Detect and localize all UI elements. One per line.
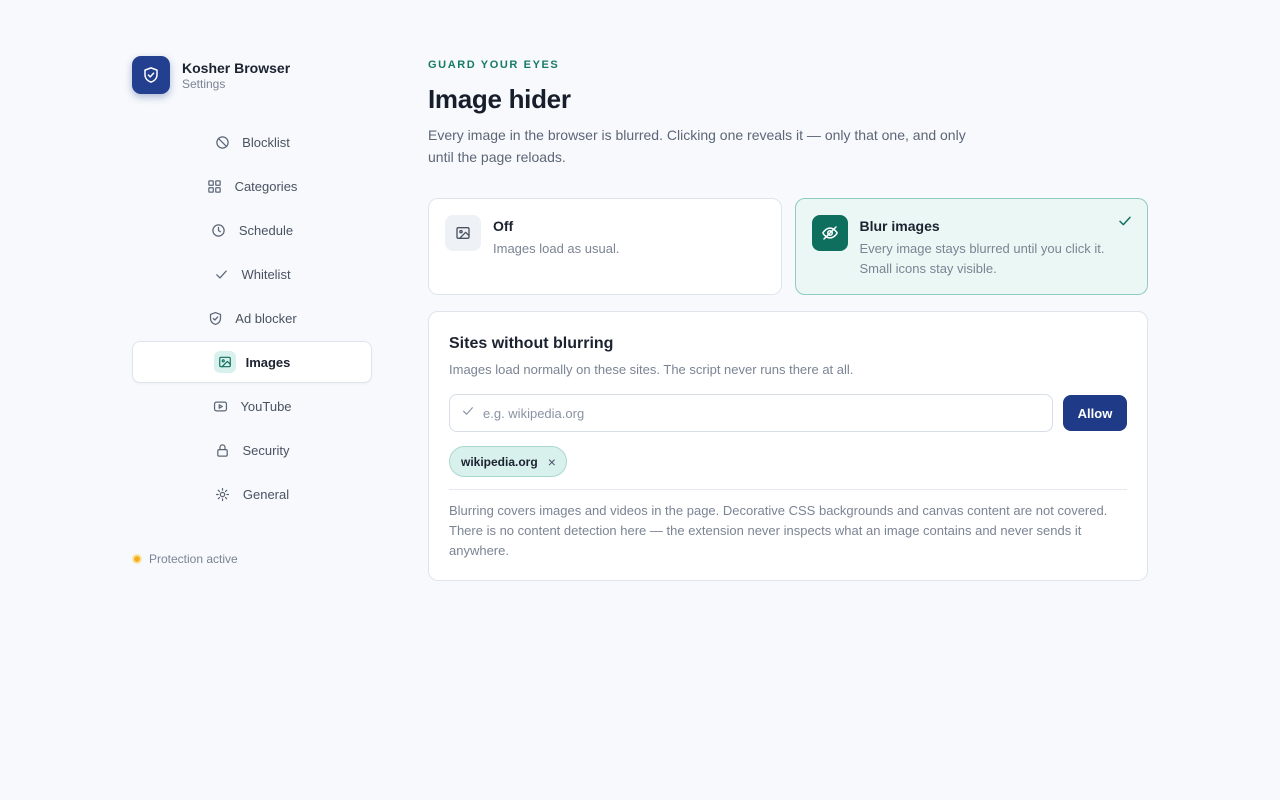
sidebar-item-categories[interactable]: Categories [132,165,372,207]
site-chip: wikipedia.org × [449,446,567,477]
selected-check-icon [1117,213,1133,234]
sidebar-item-label: General [242,486,290,502]
brand: Kosher Browser Settings [132,56,372,94]
clock-icon [211,222,227,238]
option-description: Every image stays blurred until you clic… [859,241,1105,276]
section-eyebrow: GUARD YOUR EYES [428,59,560,71]
sidebar-item-security[interactable]: Security [132,429,372,471]
option-title: Off [493,218,514,234]
brand-name: Kosher Browser [182,59,291,76]
option-title: Blur images [859,218,940,234]
sidebar-item-label: Categories [234,178,298,194]
sidebar-item-label: YouTube [240,398,292,414]
sidebar-item-whitelist[interactable]: Whitelist [132,253,372,295]
card-description: Images load normally on these sites. The… [449,362,854,377]
add-site-row: Allow [449,394,1127,432]
brand-subtitle: Settings [182,76,226,91]
sidebar-nav: Blocklist Categories Schedule Whitelist … [132,121,372,515]
divider [449,489,1127,490]
sidebar: Kosher Browser Settings Blocklist Catego… [132,56,372,566]
lock-icon [215,442,231,458]
check-icon [213,266,229,282]
shield-logo-icon [132,56,170,94]
site-chip-label: wikipedia.org [461,454,538,469]
sidebar-item-label: Schedule [238,222,294,238]
image-icon [213,351,236,373]
grid-icon [207,178,223,194]
sidebar-item-label: Security [242,442,290,458]
site-input-wrapper [449,394,1053,432]
image-icon [445,215,481,251]
page-description: Every image in the browser is blurred. C… [428,127,966,165]
sidebar-item-label: Images [245,354,291,370]
protection-status: Protection active [132,552,238,566]
sidebar-item-general[interactable]: General [132,473,372,515]
sidebar-item-schedule[interactable]: Schedule [132,209,372,251]
sun-icon [215,486,231,502]
allow-button[interactable]: Allow [1063,395,1127,431]
sidebar-item-blocklist[interactable]: Blocklist [132,121,372,163]
site-input[interactable] [483,405,983,421]
ban-icon [214,134,230,150]
allowed-sites-list: wikipedia.org × [449,446,1127,477]
card-footnote: Blurring covers images and videos in the… [449,503,1108,558]
exceptions-card: Sites without blurring Images load norma… [428,311,1148,581]
shield-icon [207,310,223,326]
sidebar-item-images[interactable]: Images [132,341,372,383]
sidebar-item-label: Ad blocker [235,310,297,326]
sidebar-item-ad-blocker[interactable]: Ad blocker [132,297,372,339]
remove-site-icon[interactable]: × [548,454,556,470]
option-description: Images load as usual. [493,241,620,256]
card-title: Sites without blurring [449,335,614,352]
mode-options: Off Images load as usual. Blur images Ev… [428,198,1148,295]
sidebar-item-youtube[interactable]: YouTube [132,385,372,427]
check-icon [461,404,475,423]
main-content: GUARD YOUR EYES Image hider Every image … [428,58,1148,581]
play-icon [212,398,228,414]
option-blur-images[interactable]: Blur images Every image stays blurred un… [794,198,1148,295]
status-dot-icon [132,554,142,564]
sidebar-item-label: Whitelist [241,266,291,282]
option-off[interactable]: Off Images load as usual. [428,198,782,295]
sidebar-item-label: Blocklist [242,134,290,150]
status-text: Protection active [149,552,238,566]
eye-off-icon [811,215,848,251]
page-title: Image hider [428,84,571,114]
